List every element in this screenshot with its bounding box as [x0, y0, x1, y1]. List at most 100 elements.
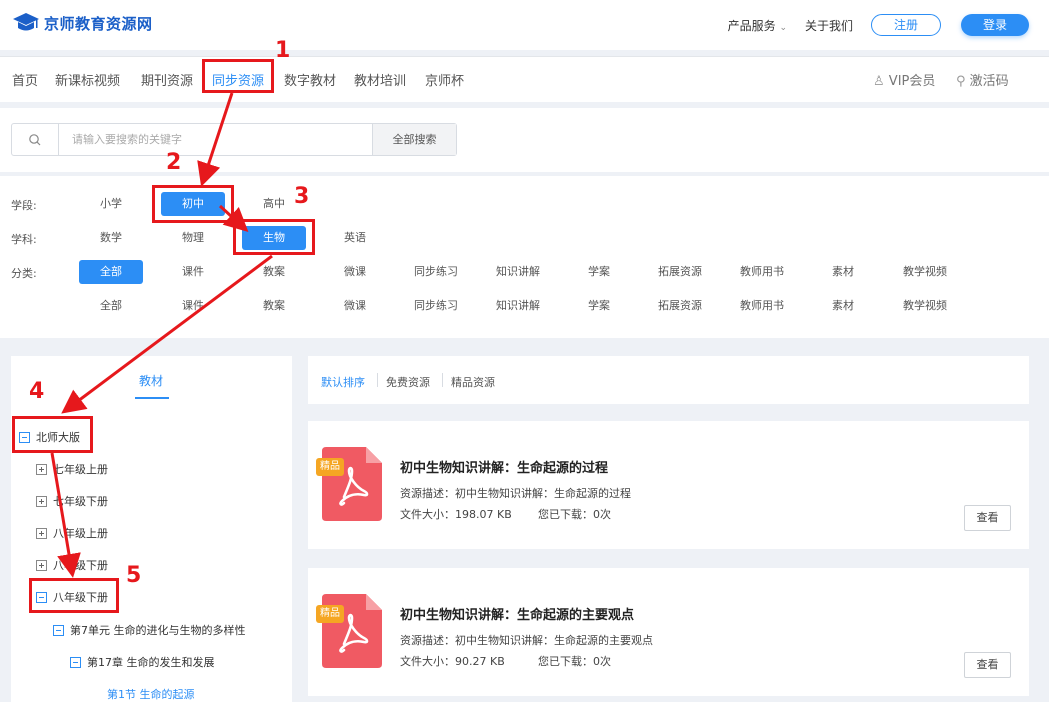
subject-english[interactable]: 英语 [323, 226, 387, 250]
annotation-number: 3 [294, 184, 310, 209]
view-button[interactable]: 查看 [964, 652, 1011, 678]
tree-node-grade8-vol2-a[interactable]: 八年级下册 [36, 557, 108, 573]
logo[interactable]: 京师教育资源网 [12, 11, 153, 35]
category-video[interactable]: 教学视频 [893, 260, 957, 284]
textbook-tree-panel: 教材 北师大版 七年级上册 七年级下册 八年级上册 八年级下册 八年级下册 第7… [11, 356, 292, 702]
file-size: 文件大小：90.27 KB [400, 655, 505, 668]
search-icon[interactable] [12, 124, 59, 155]
annotation-number: 5 [126, 563, 142, 588]
download-count: 您已下载：0次 [538, 508, 611, 521]
tree-node-grade7-vol1[interactable]: 七年级上册 [36, 461, 108, 477]
chevron-down-icon: ⌄ [779, 22, 787, 33]
subcategory-all[interactable]: 全部 [79, 294, 143, 318]
sort-bar: 默认排序 免费资源 精品资源 [308, 356, 1029, 404]
file-size: 文件大小：198.07 KB [400, 508, 512, 521]
nav-digital-textbooks[interactable]: 数字教材 [284, 70, 336, 89]
nav-jingshi-cup[interactable]: 京师杯 [425, 70, 464, 89]
key-icon: ⚲ [956, 74, 966, 89]
subject-label: 学科: [11, 233, 37, 246]
subcategory-knowledge[interactable]: 知识讲解 [486, 294, 550, 318]
login-button[interactable]: 登录 [961, 14, 1029, 36]
category-teacher-book[interactable]: 教师用书 [730, 260, 794, 284]
collapse-icon[interactable] [70, 656, 81, 668]
search-all-button[interactable]: 全部搜索 [372, 124, 456, 155]
stage-primary[interactable]: 小学 [79, 192, 143, 216]
download-count: 您已下载：0次 [538, 655, 611, 668]
annotation-number: 4 [29, 379, 45, 404]
subcategory-video[interactable]: 教学视频 [893, 294, 957, 318]
tree-node-unit7[interactable]: 第7单元 生命的进化与生物的多样性 [53, 622, 246, 638]
subcategory-material[interactable]: 素材 [811, 294, 875, 318]
sort-default[interactable]: 默认排序 [321, 374, 365, 390]
nav-new-curriculum-video[interactable]: 新课标视频 [55, 70, 120, 89]
tree-node-grade7-vol2[interactable]: 七年级下册 [36, 493, 108, 509]
annotation-box [152, 185, 234, 223]
category-micro-lesson[interactable]: 微课 [323, 260, 387, 284]
category-courseware[interactable]: 课件 [161, 260, 225, 284]
annotation-box [29, 578, 119, 613]
subcategory-lesson-plan[interactable]: 教案 [242, 294, 306, 318]
category-knowledge[interactable]: 知识讲解 [486, 260, 550, 284]
annotation-box [233, 219, 315, 255]
category-material[interactable]: 素材 [811, 260, 875, 284]
resource-card[interactable]: 精品 初中生物知识讲解：生命起源的过程 资源描述：初中生物知识讲解：生命起源的过… [308, 421, 1029, 549]
products-menu[interactable]: 产品服务 ⌄ [728, 17, 787, 34]
tree-node-grade8-vol1[interactable]: 八年级上册 [36, 525, 108, 541]
annotation-box [202, 59, 274, 93]
register-button[interactable]: 注册 [871, 14, 941, 36]
sort-premium[interactable]: 精品资源 [451, 374, 495, 390]
annotation-number: 1 [275, 38, 291, 63]
category-all[interactable]: 全部 [79, 260, 143, 284]
vip-link[interactable]: ♙ VIP会员 [873, 70, 935, 89]
search-panel: 全部搜索 [0, 108, 1049, 172]
sort-free[interactable]: 免费资源 [386, 374, 430, 390]
premium-badge: 精品 [316, 458, 344, 476]
category-study-plan[interactable]: 学案 [567, 260, 631, 284]
resource-description: 资源描述：初中生物知识讲解：生命起源的主要观点 [400, 634, 653, 647]
annotation-number: 2 [166, 150, 182, 175]
subcategory-extension[interactable]: 拓展资源 [648, 294, 712, 318]
subject-math[interactable]: 数学 [79, 226, 143, 250]
search-input[interactable] [60, 124, 372, 155]
expand-icon[interactable] [36, 527, 47, 539]
subject-physics[interactable]: 物理 [161, 226, 225, 250]
activation-link[interactable]: ⚲ 激活码 [956, 70, 1009, 89]
nav-textbook-training[interactable]: 教材培训 [354, 70, 406, 89]
main-nav: 首页 新课标视频 期刊资源 同步资源 数字教材 教材培训 京师杯 ♙ VIP会员… [0, 56, 1049, 102]
tree-node-chapter17[interactable]: 第17章 生命的发生和发展 [70, 654, 215, 670]
logo-text: 京师教育资源网 [44, 14, 153, 33]
subcategory-study-plan[interactable]: 学案 [567, 294, 631, 318]
graduation-cap-icon [13, 13, 39, 31]
resource-description: 资源描述：初中生物知识讲解：生命起源的过程 [400, 487, 631, 500]
category-extension[interactable]: 拓展资源 [648, 260, 712, 284]
divider [377, 373, 378, 387]
subcategory-teacher-book[interactable]: 教师用书 [730, 294, 794, 318]
view-button[interactable]: 查看 [964, 505, 1011, 531]
category-label: 分类: [11, 267, 37, 280]
tab-textbook[interactable]: 教材 [133, 372, 169, 389]
subcategory-courseware[interactable]: 课件 [161, 294, 225, 318]
collapse-icon[interactable] [53, 624, 64, 636]
site-header: 京师教育资源网 产品服务 ⌄ 关于我们 注册 登录 [0, 0, 1049, 50]
subcategory-micro-lesson[interactable]: 微课 [323, 294, 387, 318]
resource-title[interactable]: 初中生物知识讲解：生命起源的过程 [400, 457, 608, 476]
tab-underline [135, 397, 169, 399]
divider [442, 373, 443, 387]
nav-journals[interactable]: 期刊资源 [141, 70, 193, 89]
about-link[interactable]: 关于我们 [805, 17, 853, 34]
vip-icon: ♙ [873, 74, 885, 89]
category-lesson-plan[interactable]: 教案 [242, 260, 306, 284]
annotation-box [12, 416, 93, 453]
resource-title[interactable]: 初中生物知识讲解：生命起源的主要观点 [400, 604, 634, 623]
expand-icon[interactable] [36, 559, 47, 571]
tree-node-section1[interactable]: 第1节 生命的起源 [107, 686, 195, 702]
category-exercise[interactable]: 同步练习 [404, 260, 468, 284]
resource-card[interactable]: 精品 初中生物知识讲解：生命起源的主要观点 资源描述：初中生物知识讲解：生命起源… [308, 568, 1029, 696]
premium-badge: 精品 [316, 605, 344, 623]
stage-label: 学段: [11, 199, 37, 212]
subcategory-exercise[interactable]: 同步练习 [404, 294, 468, 318]
search-box: 全部搜索 [11, 123, 457, 156]
expand-icon[interactable] [36, 495, 47, 507]
nav-home[interactable]: 首页 [12, 70, 38, 89]
expand-icon[interactable] [36, 463, 47, 475]
